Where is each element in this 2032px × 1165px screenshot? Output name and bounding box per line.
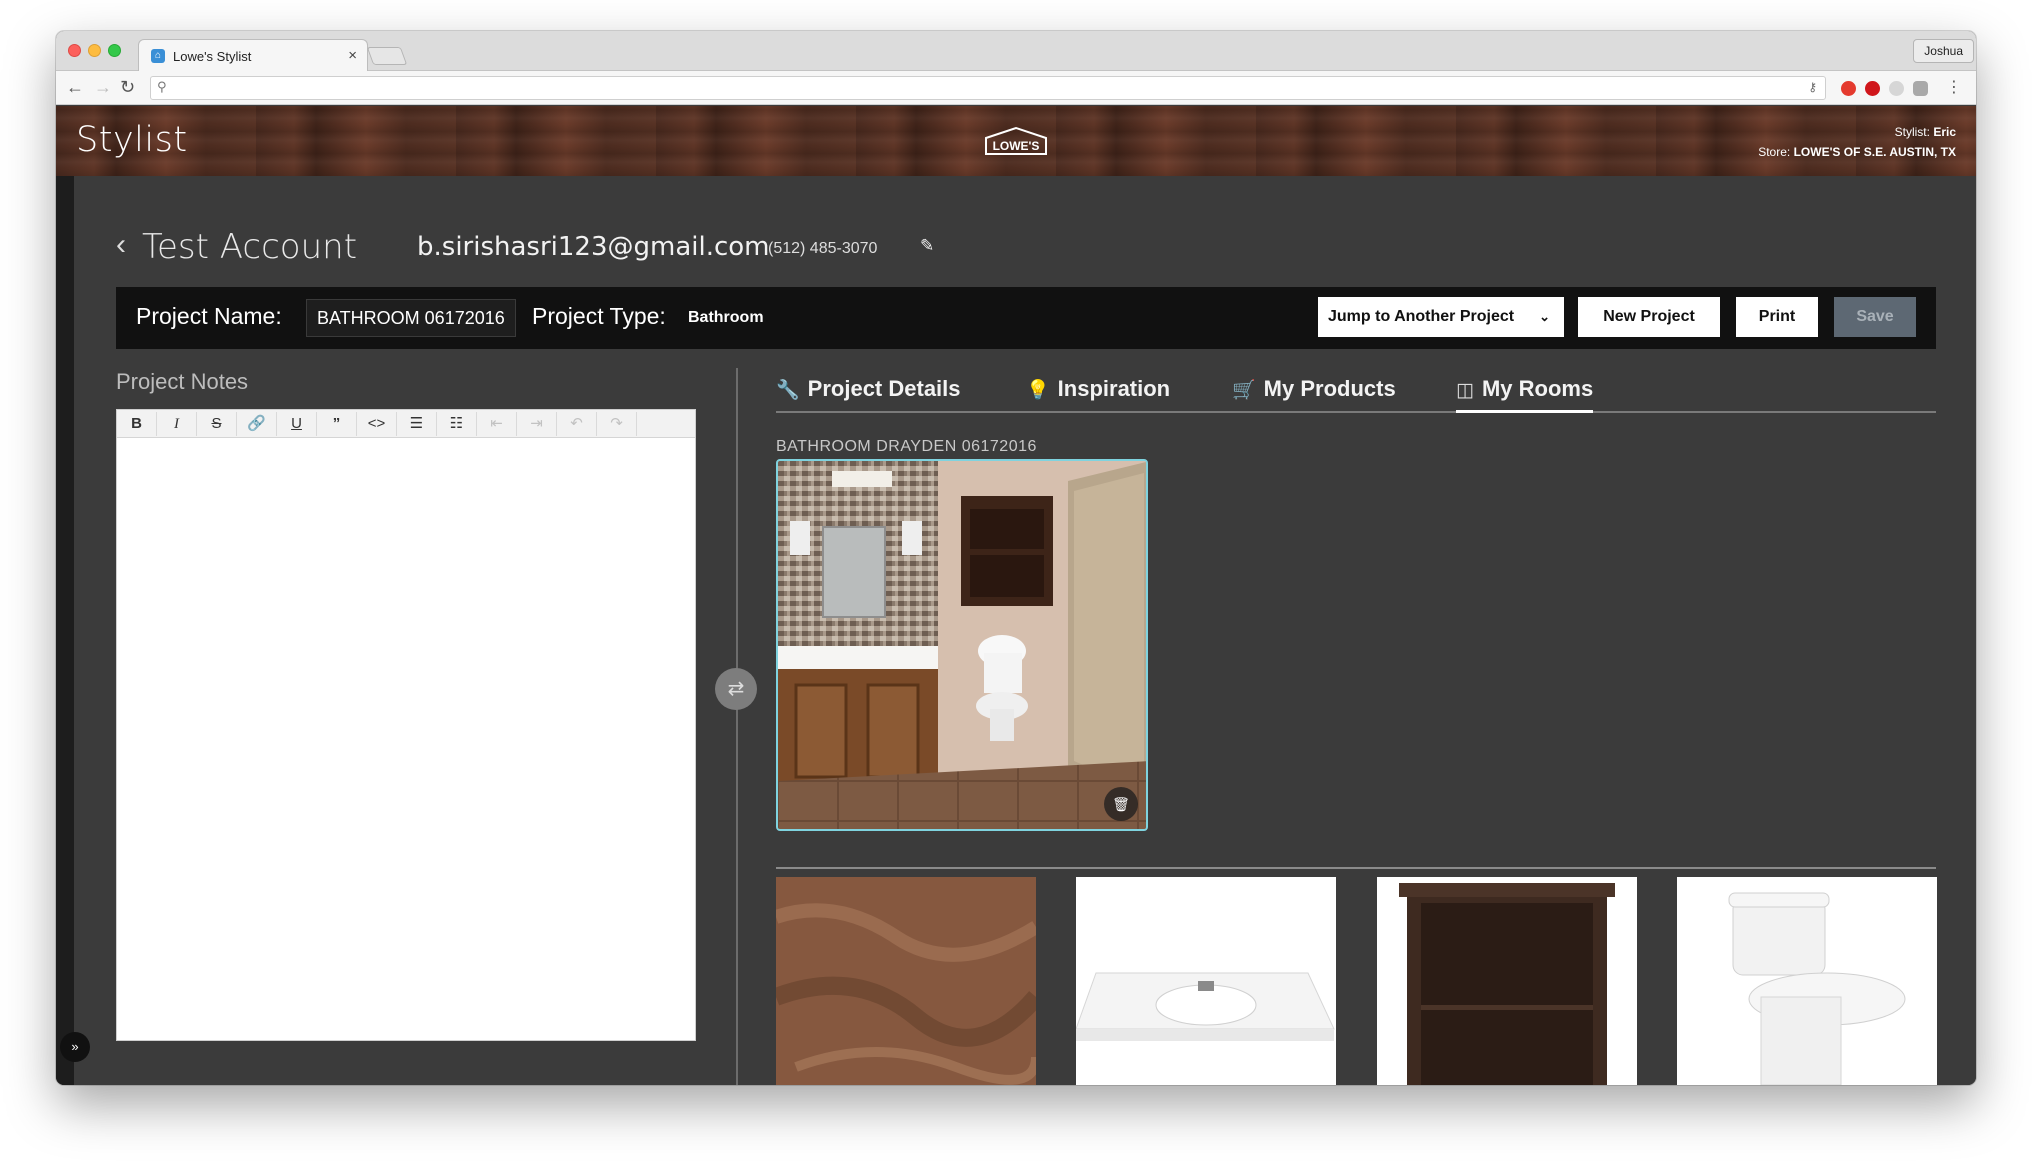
print-button[interactable]: Print: [1736, 297, 1818, 337]
stylist-name: Eric: [1933, 125, 1956, 139]
tab-label: Inspiration: [1057, 376, 1171, 401]
project-type-value: Bathroom: [688, 309, 764, 326]
outdent-icon[interactable]: ⇤: [477, 412, 517, 436]
product-vanity-top[interactable]: [1076, 877, 1336, 1085]
project-type-label: Project Type:: [532, 303, 666, 329]
address-bar[interactable]: ⚲ ⚷: [150, 76, 1826, 100]
tile-image: [776, 877, 1036, 1085]
forward-arrow-icon[interactable]: →: [94, 77, 112, 98]
new-project-button[interactable]: New Project: [1578, 297, 1720, 337]
product-toilet[interactable]: [1677, 877, 1937, 1085]
browser-toolbar: ← → ↻ ⚲ ⚷ ⋮: [56, 71, 1976, 105]
wrench-icon: 🔧: [776, 380, 800, 401]
shield-extension-icon[interactable]: [1913, 81, 1928, 96]
back-arrow-icon[interactable]: ←: [66, 77, 84, 98]
browser-menu-icon[interactable]: ⋮: [1946, 77, 1962, 97]
minimize-window-button[interactable]: [88, 44, 101, 57]
tab-project-details[interactable]: 🔧 Project Details: [776, 376, 961, 413]
expand-sidebar-button[interactable]: »: [60, 1032, 90, 1062]
new-tab-button[interactable]: [366, 47, 408, 65]
notes-content[interactable]: [117, 440, 695, 1040]
left-sidebar: [56, 176, 74, 1085]
jump-project-dropdown[interactable]: Jump to Another Project ⌄: [1318, 297, 1564, 337]
maximize-window-button[interactable]: [108, 44, 121, 57]
room-card[interactable]: 🗑: [776, 459, 1148, 831]
back-chevron-icon[interactable]: ‹: [116, 228, 126, 262]
panel-divider: [736, 368, 738, 1085]
strikethrough-icon[interactable]: S: [197, 412, 237, 436]
chevron-down-icon: ⌄: [1539, 309, 1550, 324]
project-bar: Project Name: BATHROOM 06172016 Project …: [116, 287, 1936, 349]
project-tabs: 🔧 Project Details 💡 Inspiration 🛒 My Produc…: [776, 364, 1936, 413]
link-icon[interactable]: 🔗: [237, 412, 277, 436]
tab-my-products[interactable]: 🛒 My Products: [1232, 376, 1396, 413]
adblock-extension-icon[interactable]: [1865, 81, 1880, 96]
numbered-list-icon[interactable]: ☷: [437, 412, 477, 436]
tab-inspiration[interactable]: 💡 Inspiration: [1026, 376, 1170, 413]
product-wall-cabinet[interactable]: [1377, 877, 1637, 1085]
italic-icon[interactable]: I: [157, 412, 197, 436]
search-icon: ⚲: [157, 79, 167, 94]
stylist-info: Stylist: Eric Store: LOWE'S OF S.E. AUST…: [1758, 122, 1956, 162]
extension-icon[interactable]: [1889, 81, 1904, 96]
reload-icon[interactable]: ↻: [120, 77, 135, 98]
account-email: b.sirishasri123@gmail.com: [417, 232, 770, 262]
lowes-logo-icon: LOWE'S: [985, 126, 1047, 155]
quote-icon[interactable]: ”: [317, 412, 357, 436]
tab-my-rooms[interactable]: ◫ My Rooms: [1456, 376, 1594, 413]
store-label: Store:: [1758, 145, 1791, 159]
project-notes-title: Project Notes: [116, 369, 249, 394]
tab-strip: ⌂ Lowe's Stylist × Joshua: [56, 31, 1976, 71]
project-name-input[interactable]: BATHROOM 06172016: [306, 299, 516, 337]
product-tile-flooring[interactable]: [776, 877, 1036, 1085]
bullet-list-icon[interactable]: ☰: [397, 412, 437, 436]
tab-label: My Rooms: [1481, 376, 1594, 401]
swap-icon[interactable]: ⇄: [715, 668, 757, 710]
tab-close-icon[interactable]: ×: [348, 47, 357, 64]
app-brand: Stylist: [76, 120, 188, 160]
underline-icon[interactable]: U: [277, 412, 317, 436]
bathroom-render-image: [778, 461, 1146, 829]
basket-icon: 🛒: [1232, 380, 1256, 401]
save-button[interactable]: Save: [1834, 297, 1916, 337]
lightbulb-icon: 💡: [1026, 380, 1050, 401]
main-content: » ‹ Test Account b.sirishasri123@gmail.c…: [56, 176, 1976, 1085]
sink-image: [1076, 972, 1335, 1041]
jump-project-label: Jump to Another Project: [1328, 308, 1515, 325]
section-divider: [776, 867, 1936, 869]
lowes-favicon-icon: ⌂: [151, 49, 165, 63]
profile-button[interactable]: Joshua: [1913, 39, 1974, 63]
account-phone: (512) 485-3070: [768, 240, 878, 257]
browser-tab[interactable]: ⌂ Lowe's Stylist ×: [138, 39, 368, 71]
notes-editor[interactable]: B I S 🔗 U ” <> ☰ ☷ ⇤ ⇥ ↶ ↷: [116, 409, 696, 1041]
trash-icon[interactable]: 🗑: [1104, 787, 1138, 821]
tab-label: Project Details: [807, 376, 961, 401]
browser-window: ⌂ Lowe's Stylist × Joshua ← → ↻ ⚲ ⚷ ⋮ St…: [56, 31, 1976, 1085]
indent-icon[interactable]: ⇥: [517, 412, 557, 436]
store-name: LOWE'S OF S.E. AUSTIN, TX: [1793, 145, 1956, 159]
edit-pencil-icon[interactable]: ✎: [920, 236, 934, 256]
code-icon[interactable]: <>: [357, 412, 397, 436]
cabinet-image: [1399, 883, 1615, 1085]
key-icon[interactable]: ⚷: [1808, 80, 1817, 94]
tab-label: My Products: [1263, 376, 1396, 401]
undo-icon[interactable]: ↶: [557, 412, 597, 436]
app-header: Stylist LOWE'S Stylist: Eric Store: LOWE…: [56, 106, 1976, 176]
toilet-image: [1728, 892, 1906, 1085]
bold-icon[interactable]: B: [117, 412, 157, 436]
stylist-label: Stylist:: [1894, 125, 1930, 139]
room-icon: ◫: [1456, 380, 1474, 401]
close-window-button[interactable]: [68, 44, 81, 57]
editor-toolbar: B I S 🔗 U ” <> ☰ ☷ ⇤ ⇥ ↶ ↷: [117, 410, 695, 438]
room-label: BATHROOM DRAYDEN 06172016: [776, 438, 1037, 455]
account-name: Test Account: [142, 227, 358, 267]
project-name-label: Project Name:: [136, 303, 282, 329]
logo-text: LOWE'S: [993, 139, 1040, 153]
tab-title: Lowe's Stylist: [173, 49, 252, 64]
opera-extension-icon[interactable]: [1841, 81, 1856, 96]
redo-icon[interactable]: ↷: [597, 412, 637, 436]
